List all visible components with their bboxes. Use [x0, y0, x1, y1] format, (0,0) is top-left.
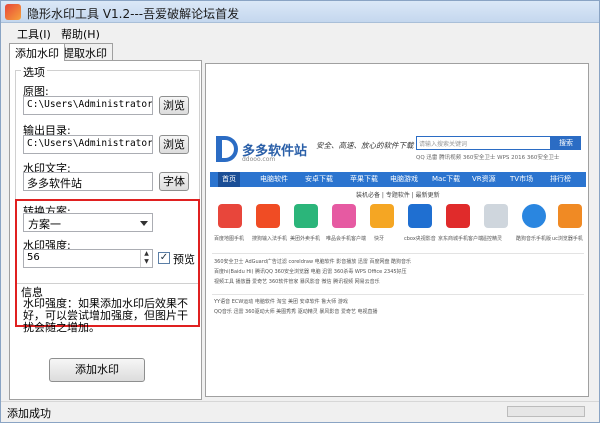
stepper-buttons[interactable]: ▲ ▼ — [140, 250, 152, 267]
source-image-field[interactable]: C:\Users\Administrator\Desk — [23, 96, 153, 115]
app-icon-cbox — [408, 204, 432, 228]
site-nav-item: 电脑游戏 — [390, 175, 418, 183]
category-line: YY语音 ECW运动 电脑软件 淘宝 美团 安卓软件 鲁大师 游戏 — [214, 299, 348, 305]
app-label: 搜狗输入法手机 — [252, 236, 288, 242]
app-icon-remote — [484, 204, 508, 228]
tab-extract-watermark[interactable]: 提取水印 — [57, 43, 113, 60]
site-hot-links: QQ 迅雷 腾讯视频 360安全卫士 WPS 2016 360安全卫士 — [416, 155, 560, 161]
site-nav-item: 排行榜 — [550, 175, 571, 183]
divider — [212, 253, 584, 254]
site-nav-item: 首页 — [218, 172, 240, 187]
app-icon-baidu-map — [218, 204, 242, 228]
site-logo-sub: ddooo.com — [242, 156, 276, 163]
app-label: 酷狗音乐手机版 — [516, 236, 552, 242]
stepper-down-icon[interactable]: ▼ — [141, 258, 152, 266]
app-label: 快牙 — [374, 236, 385, 242]
scheme-select[interactable]: 方案一 — [23, 213, 153, 232]
add-watermark-button[interactable]: 添加水印 — [49, 358, 145, 382]
status-progress-bar — [507, 406, 585, 417]
status-text: 添加成功 — [7, 407, 51, 420]
app-icon-kugou — [522, 204, 546, 228]
category-line: 360安全卫士 AdGuard广告过滤 coreldraw 电脑软件 影音播放 … — [214, 259, 412, 265]
tab-add-watermark[interactable]: 添加水印 — [9, 43, 65, 61]
menu-tools[interactable]: 工具(I) — [17, 26, 51, 42]
site-search-input: 请输入搜索关键词 — [416, 136, 551, 150]
category-line: 视频工具 播放器 爱奇艺 360软件管家 暴风影音 微信 腾讯视频 网易云音乐 — [214, 279, 380, 285]
app-label: 唯品会手机客户端 — [326, 236, 367, 242]
site-nav-item: 电脑软件 — [260, 175, 288, 183]
app-window: 隐形水印工具 V1.2---吾爱破解论坛首发 工具(I) 帮助(H) 添加水印 … — [0, 0, 600, 423]
preview-area: 多多软件站 ddooo.com 安全、高速、放心的软件下载 请输入搜索关键词 搜… — [205, 63, 589, 397]
app-label: 遥控精灵 — [482, 236, 503, 242]
site-subnav: 装机必备 | 专题软件 | 最新更新 — [356, 192, 440, 199]
site-app-icons: 百度地图手机 搜狗输入法手机 美团外卖手机 唯品会手机客户端 快牙 cbox央视… — [214, 204, 583, 249]
preview-site-header: 多多软件站 ddooo.com 安全、高速、放心的软件下载 请输入搜索关键词 搜… — [206, 64, 588, 174]
window-title: 隐形水印工具 V1.2---吾爱破解论坛首发 — [27, 7, 240, 21]
site-nav-item: VR资源 — [472, 175, 496, 183]
app-label: uc浏览器手机 — [552, 236, 583, 242]
app-icon-kuaiya — [370, 204, 394, 228]
watermark-text-field[interactable]: 多多软件站 — [23, 172, 153, 191]
divider — [212, 294, 584, 295]
scheme-select-value: 方案一 — [28, 218, 61, 231]
site-nav-item: Mac下载 — [432, 175, 461, 183]
app-label: 京东商城手机客户端 — [438, 236, 484, 242]
app-icon-jd — [446, 204, 470, 228]
app-icon-sogou — [256, 204, 280, 228]
preview-checkbox[interactable]: ✓ — [158, 252, 170, 264]
site-nav-item: TV市场 — [510, 175, 534, 183]
checkmark-icon: ✓ — [159, 252, 169, 263]
menu-help[interactable]: 帮助(H) — [61, 26, 100, 42]
menu-bar: 工具(I) 帮助(H) — [1, 24, 599, 43]
site-nav-item: 安卓下载 — [305, 175, 333, 183]
chevron-down-icon — [140, 221, 148, 226]
app-icon — [5, 4, 21, 20]
site-logo-icon — [216, 136, 238, 162]
options-group-label: 选项 — [21, 64, 47, 80]
app-label: 百度地图手机 — [214, 236, 245, 242]
category-line: 百度hi(Baidu Hi) 腾讯QQ 360安全浏览器 电脑 迅雷 360杀毒… — [214, 269, 407, 275]
browse-output-button[interactable]: 浏览 — [159, 135, 189, 154]
site-nav: 首页 电脑软件 安卓下载 苹果下载 电脑游戏 Mac下载 VR资源 TV市场 排… — [210, 172, 586, 187]
app-icon-vip — [332, 204, 356, 228]
font-button[interactable]: 字体 — [159, 172, 189, 191]
info-text: 水印强度：如果添加水印后效果不好，可以尝试增加强度，但图片干扰会随之增加。 — [23, 297, 188, 334]
app-label: 美团外卖手机 — [290, 236, 321, 242]
app-label: cbox央视影音 — [404, 236, 436, 242]
browse-source-button[interactable]: 浏览 — [159, 96, 189, 115]
site-nav-item: 苹果下载 — [350, 175, 378, 183]
preview-label: 预览 — [173, 253, 195, 266]
title-bar[interactable]: 隐形水印工具 V1.2---吾爱破解论坛首发 — [1, 1, 599, 23]
strength-value: 56 — [27, 252, 40, 263]
app-icon-uc — [558, 204, 582, 228]
strength-stepper[interactable]: 56 ▲ ▼ — [23, 249, 153, 268]
category-line: QQ音乐 迅雷 360驱动大师 美图秀秀 驱动精灵 暴风影音 爱奇艺 电视直播 — [214, 309, 378, 315]
output-dir-field[interactable]: C:\Users\Administrator\Desk — [23, 135, 153, 154]
site-search-button: 搜索 — [551, 136, 581, 150]
site-slogan: 安全、高速、放心的软件下载 — [316, 141, 414, 150]
app-icon-meituan — [294, 204, 318, 228]
stepper-up-icon[interactable]: ▲ — [141, 250, 152, 258]
